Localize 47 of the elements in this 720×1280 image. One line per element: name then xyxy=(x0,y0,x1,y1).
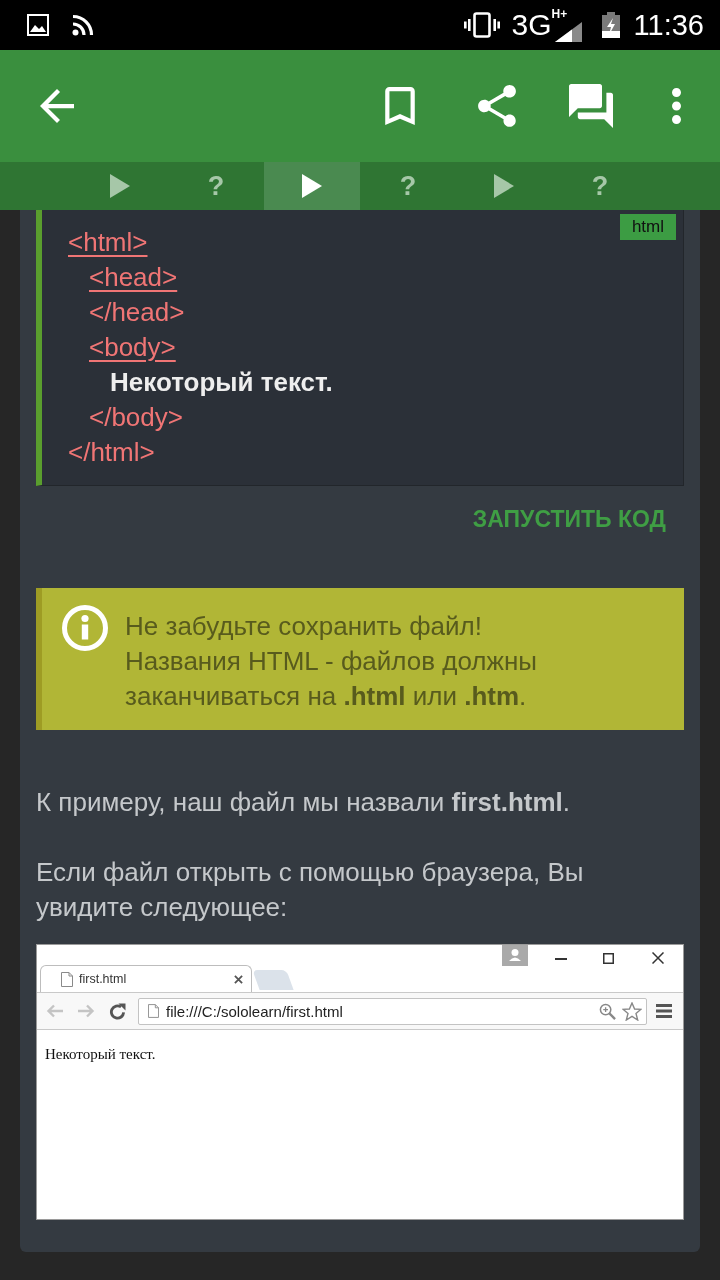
maximize-icon[interactable] xyxy=(603,953,614,964)
menu-icon[interactable] xyxy=(656,1004,672,1018)
image-icon xyxy=(27,14,49,36)
code-tag: </body> xyxy=(89,401,183,432)
network-subtype-label: H+ xyxy=(551,8,568,20)
code-tag-link[interactable]: <head> xyxy=(89,261,178,292)
close-icon[interactable] xyxy=(234,974,243,984)
close-icon[interactable] xyxy=(652,952,664,964)
clock-time: 11:36 xyxy=(633,10,704,40)
browser-tab[interactable]: first.html xyxy=(40,965,252,992)
lesson-tab[interactable]: ? xyxy=(360,162,456,210)
page-text: Некоторый текст. xyxy=(45,1046,156,1062)
rss-icon xyxy=(72,14,94,36)
body-text: Если файл открыть с помощью браузера, Вы увидите следующее: xyxy=(36,856,585,924)
battery-icon xyxy=(601,12,620,38)
language-badge: html xyxy=(619,214,676,240)
star-icon[interactable] xyxy=(622,1001,642,1021)
play-icon[interactable] xyxy=(494,174,514,198)
info-icon xyxy=(62,605,108,651)
play-icon[interactable] xyxy=(302,174,322,198)
more-options-icon[interactable] xyxy=(671,88,681,124)
play-icon[interactable] xyxy=(110,174,130,198)
code-tag: </html> xyxy=(68,436,155,467)
back-arrow-icon[interactable] xyxy=(40,89,74,123)
lesson-tab[interactable]: ? xyxy=(552,162,648,210)
note-text: Не забудьте сохранить файл! xyxy=(125,610,483,643)
profile-icon[interactable] xyxy=(502,945,528,966)
run-code-button[interactable]: ЗАПУСТИТЬ КОД xyxy=(472,504,684,534)
page-icon xyxy=(148,1004,159,1018)
network-type-label: 3G xyxy=(511,10,552,40)
bookmark-icon[interactable] xyxy=(385,87,415,125)
page-icon xyxy=(61,971,73,987)
zoom-in-icon[interactable] xyxy=(599,1002,616,1020)
code-tag-link[interactable]: <html> xyxy=(68,226,148,257)
address-bar[interactable]: file:///C:/sololearn/first.html xyxy=(138,997,647,1025)
lesson-tab[interactable]: ? xyxy=(168,162,264,210)
vibrate-icon xyxy=(463,12,500,38)
code-text: Некоторый текст. xyxy=(110,366,333,397)
signal-icon xyxy=(554,22,582,42)
code-tag-link[interactable]: <body> xyxy=(89,331,176,362)
share-icon[interactable] xyxy=(478,85,516,127)
body-text: К примеру, наш файл мы назвали first.html. xyxy=(36,786,572,819)
code-tag: </head> xyxy=(89,296,185,327)
lesson-tab[interactable] xyxy=(264,162,360,210)
chat-bubbles-icon[interactable] xyxy=(568,84,614,128)
reload-icon[interactable] xyxy=(109,1002,126,1020)
note-text: Названия HTML - файлов должны заканчиваться на .html или .htm. xyxy=(125,645,538,713)
